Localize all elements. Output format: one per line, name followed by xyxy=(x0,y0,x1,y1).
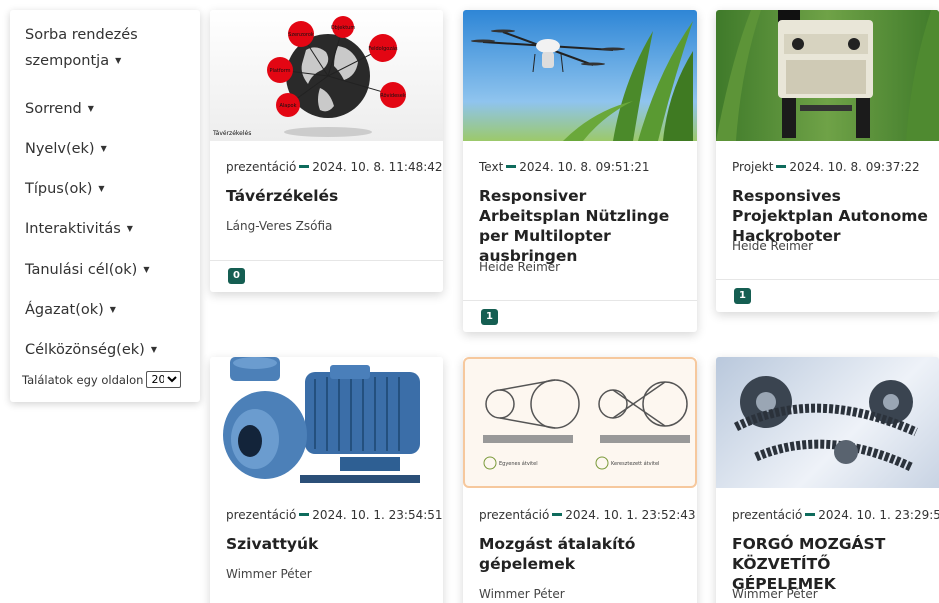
card-date: 2024. 10. 1. 23:29:55 xyxy=(818,508,939,522)
learning-goal-dropdown[interactable]: Tanulási cél(ok) ▼ xyxy=(25,257,150,283)
card-author: Heide Reimer xyxy=(479,260,561,274)
per-page-label: Találatok egy oldalon xyxy=(22,372,144,387)
card-type: Projekt xyxy=(732,160,774,174)
card-meta: prezentáció 2024. 10. 1. 23:29:55 xyxy=(732,508,939,522)
card-title[interactable]: FORGÓ MOZGÁST KÖZVETÍTŐ GÉPELEMEK xyxy=(732,534,931,594)
card-date: 2024. 10. 1. 23:54:51 xyxy=(312,508,443,522)
card-thumbnail[interactable] xyxy=(716,357,939,488)
card-divider xyxy=(463,300,697,301)
card-author: Láng-Veres Zsófia xyxy=(226,219,333,233)
card-author: Wimmer Péter xyxy=(226,567,312,581)
card-date: 2024. 10. 8. 11:48:42 xyxy=(312,160,443,174)
card-meta: prezentáció 2024. 10. 1. 23:54:51 xyxy=(226,508,443,522)
caret-down-icon: ▼ xyxy=(109,305,116,314)
sector-dropdown[interactable]: Ágazat(ok) ▼ xyxy=(25,297,116,323)
dash-separator xyxy=(552,513,563,516)
card-type: prezentáció xyxy=(226,508,297,522)
results-per-page: Találatok egy oldalon 20 xyxy=(22,371,182,388)
dash-separator xyxy=(776,165,787,168)
type-label: Típus(ok) xyxy=(25,181,93,197)
card-author: Wimmer Péter xyxy=(732,587,818,601)
order-dropdown[interactable]: Sorrend ▼ xyxy=(25,96,94,122)
card-title[interactable]: Szivattyúk xyxy=(226,534,435,554)
count-badge: 0 xyxy=(228,268,245,284)
card-thumbnail[interactable] xyxy=(463,10,697,141)
mindmap-label: Szenzorok xyxy=(288,32,314,38)
per-page-select[interactable]: 20 xyxy=(146,371,182,388)
caret-down-icon: ▼ xyxy=(100,144,107,153)
mindmap-label: Alapok xyxy=(279,103,296,109)
card-meta: prezentáció 2024. 10. 8. 11:48:42 xyxy=(226,160,443,174)
caret-down-icon: ▼ xyxy=(150,345,157,354)
robot-cornfield-image xyxy=(716,10,939,141)
caret-down-icon: ▼ xyxy=(143,265,150,274)
count-badge: 1 xyxy=(481,309,498,325)
mindmap-label: Objektum xyxy=(331,25,356,31)
audience-dropdown[interactable]: Célközönség(ek) ▼ xyxy=(25,337,157,363)
audience-label: Célközönség(ek) xyxy=(25,342,145,358)
interactivity-label: Interaktivitás xyxy=(25,221,121,237)
resource-card[interactable]: prezentáció 2024. 10. 1. 23:29:55 FORGÓ M… xyxy=(716,357,939,603)
caret-down-icon: ▼ xyxy=(115,56,122,65)
pump-image xyxy=(223,357,420,483)
card-meta: Projekt 2024. 10. 8. 09:37:22 xyxy=(732,160,920,174)
card-meta: prezentáció 2024. 10. 1. 23:52:43 xyxy=(479,508,696,522)
sector-label: Ágazat(ok) xyxy=(25,302,104,318)
interactivity-dropdown[interactable]: Interaktivitás ▼ xyxy=(25,216,133,242)
card-meta: Text 2024. 10. 8. 09:51:21 xyxy=(479,160,650,174)
diagram-label: Keresztezett átvitel xyxy=(611,460,659,467)
card-title[interactable]: Responsiver Arbeitsplan Nützlinge per Mu… xyxy=(479,186,689,266)
card-title[interactable]: Távérzékelés xyxy=(226,186,435,206)
sort-criterion-dropdown[interactable]: Sorba rendezés szempontja ▼ xyxy=(25,23,195,74)
dash-separator xyxy=(805,513,816,516)
language-label: Nyelv(ek) xyxy=(25,141,95,157)
resource-card[interactable]: prezentáció 2024. 10. 1. 23:54:51 Szivatt… xyxy=(210,357,443,603)
mindmap-label: Rövidesek xyxy=(380,93,406,99)
count-badge: 1 xyxy=(734,288,751,304)
drone-cornfield-image xyxy=(471,21,693,141)
card-title[interactable]: Mozgást átalakító gépelemek xyxy=(479,534,689,574)
learning-goal-label: Tanulási cél(ok) xyxy=(25,262,138,278)
chain-sprocket-image xyxy=(733,376,918,472)
caret-down-icon: ▼ xyxy=(98,184,105,193)
dash-separator xyxy=(299,165,310,168)
resource-card[interactable]: Objektum Szenzorok Feldolgozás Platform … xyxy=(210,10,443,292)
language-dropdown[interactable]: Nyelv(ek) ▼ xyxy=(25,136,107,162)
dash-separator xyxy=(299,513,310,516)
card-title[interactable]: Responsives Projektplan Autonome Hackrob… xyxy=(732,186,931,246)
card-thumbnail[interactable]: Egyenes átvitel Keresztezett átvitel xyxy=(463,357,697,488)
card-divider xyxy=(716,279,939,280)
dash-separator xyxy=(506,165,517,168)
card-date: 2024. 10. 8. 09:37:22 xyxy=(789,160,920,174)
card-thumbnail[interactable]: Objektum Szenzorok Feldolgozás Platform … xyxy=(210,10,443,141)
card-author: Heide Reimer xyxy=(732,239,814,253)
filter-sidebar: Sorba rendezés szempontja ▼ Sorrend ▼ Nyel… xyxy=(10,10,200,402)
card-divider xyxy=(210,260,443,261)
card-type: prezentáció xyxy=(479,508,550,522)
card-thumbnail[interactable] xyxy=(210,357,443,488)
card-type: Text xyxy=(479,160,504,174)
mindmap-label: Platform xyxy=(269,68,290,74)
diagram-label: Egyenes átvitel xyxy=(499,460,538,467)
resource-card[interactable]: Projekt 2024. 10. 8. 09:37:22 Responsives… xyxy=(716,10,939,312)
caret-down-icon: ▼ xyxy=(87,104,94,113)
card-date: 2024. 10. 1. 23:52:43 xyxy=(565,508,696,522)
card-date: 2024. 10. 8. 09:51:21 xyxy=(519,160,650,174)
mindmap-label: Feldolgozás xyxy=(368,45,398,52)
card-type: prezentáció xyxy=(732,508,803,522)
belt-drive-diagram: Egyenes átvitel Keresztezett átvitel xyxy=(483,379,690,470)
order-label: Sorrend xyxy=(25,101,82,117)
thumbnail-caption: Távérzékelés xyxy=(212,130,251,137)
card-type: prezentáció xyxy=(226,160,297,174)
resource-card[interactable]: Egyenes átvitel Keresztezett átvitel pre… xyxy=(463,357,697,603)
type-dropdown[interactable]: Típus(ok) ▼ xyxy=(25,176,105,202)
card-thumbnail[interactable] xyxy=(716,10,939,141)
resource-card[interactable]: Text 2024. 10. 8. 09:51:21 Responsiver Ar… xyxy=(463,10,697,332)
card-author: Wimmer Péter xyxy=(479,587,565,601)
globe-mindmap-image: Objektum Szenzorok Feldolgozás Platform … xyxy=(212,16,406,137)
caret-down-icon: ▼ xyxy=(126,224,133,233)
